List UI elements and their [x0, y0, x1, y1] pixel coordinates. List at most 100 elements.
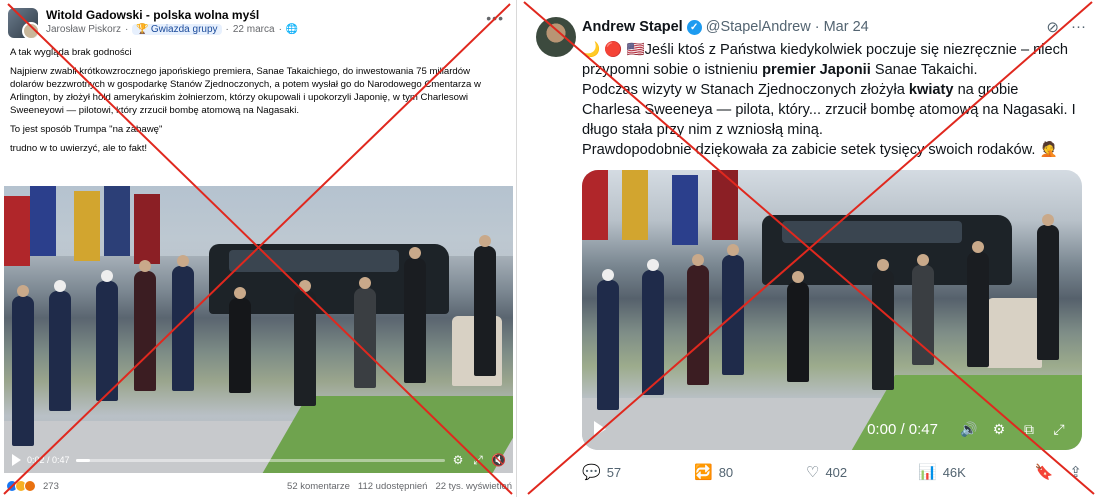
badge-label: Gwiazda grupy	[150, 24, 218, 35]
x-post: Andrew Stapel ✓ @StapelAndrew · Mar 24 ⊘…	[518, 0, 1100, 497]
settings-icon[interactable]: ⚙	[988, 421, 1010, 438]
group-avatar[interactable]	[8, 8, 38, 38]
video-pillar	[987, 298, 1042, 368]
post-text: 🌙 🔴 🇺🇸Jeśli ktoś z Państwa kiedykolwiek …	[582, 40, 1092, 160]
video-progress-fill	[75, 458, 91, 462]
video-guard	[597, 269, 619, 410]
video-time: 0:02 / 0:47	[27, 455, 70, 465]
video-controls: 0:02 / 0:47 ⚙ ⤢ 🔇	[4, 447, 513, 473]
verified-badge-icon: ✓	[686, 19, 702, 35]
repost-icon: 🔁	[694, 464, 713, 481]
video-guard	[134, 260, 156, 391]
video-guard	[642, 259, 664, 395]
bookmark-icon[interactable]: 🔖	[1035, 463, 1054, 481]
like-button[interactable]: ♡ 402	[806, 463, 918, 481]
post-footer: 273 52 komentarze 112 udostępnień 22 tys…	[6, 478, 512, 494]
video-guard	[96, 270, 118, 401]
post-actions: 💬 57 🔁 80 ♡ 402 📊 46K 🔖 ⇪	[582, 461, 1082, 483]
post-paragraph: To jest sposób Trumpa "na zabawę"	[10, 124, 163, 135]
video-flag	[622, 170, 648, 240]
video-flag	[30, 186, 56, 256]
grok-icon[interactable]: ⊘	[1046, 18, 1059, 36]
author-name[interactable]: Jarosław Piskorz	[46, 24, 121, 35]
video-person	[294, 280, 316, 406]
reactions[interactable]	[6, 480, 36, 492]
video-flag	[134, 194, 160, 264]
reply-button[interactable]: 💬 57	[582, 463, 694, 481]
video-flag	[582, 170, 608, 240]
picture-in-picture-icon[interactable]: ⧉	[1018, 421, 1040, 438]
post-paragraph: A tak wygląda brak godności	[10, 47, 132, 58]
video-person	[404, 247, 426, 383]
heart-icon: ♡	[806, 464, 820, 481]
post-line: długo stała przy nim z wzniosłą miną.	[582, 122, 823, 138]
fullscreen-icon[interactable]: ⤢	[471, 453, 485, 467]
post-header: Andrew Stapel ✓ @StapelAndrew · Mar 24	[582, 19, 869, 35]
more-options-icon[interactable]: ···	[1071, 18, 1086, 36]
post-paragraph: Najpierw zwabił krótkowzrocznego japońsk…	[10, 66, 481, 116]
repost-button[interactable]: 🔁 80	[694, 463, 806, 481]
share-icon[interactable]: ⇪	[1069, 463, 1082, 481]
post-line: przypomni sobie o istnieniu premier Japo…	[582, 62, 978, 78]
reply-icon: 💬	[582, 464, 601, 481]
video-person	[474, 235, 496, 376]
post-header: Witold Gadowski - polska wolna myśl Jaro…	[8, 6, 508, 40]
shares-count[interactable]: 112 udostępnień	[358, 481, 428, 492]
video-flag	[104, 186, 130, 256]
trophy-icon: 🏆	[136, 24, 149, 35]
video-guard	[722, 244, 744, 375]
video-flag	[4, 196, 30, 266]
post-line: 🌙 🔴 🇺🇸Jeśli ktoś z Państwa kiedykolwiek …	[582, 42, 1069, 58]
group-name[interactable]: Witold Gadowski - polska wolna myśl	[46, 8, 259, 22]
video-person	[872, 259, 894, 390]
video-player[interactable]	[582, 170, 1082, 450]
video-person	[229, 287, 251, 393]
fullscreen-icon[interactable]: ⤢	[1048, 421, 1070, 438]
video-guard	[49, 280, 71, 411]
angry-reaction-icon	[24, 480, 36, 492]
facebook-post: Witold Gadowski - polska wolna myśl Jaro…	[0, 0, 517, 497]
volume-icon[interactable]: 🔊	[958, 421, 980, 438]
post-line: Podczas wizyty w Stanach Zjednoczonych z…	[582, 82, 1019, 98]
video-time: 0:00 / 0:47	[867, 420, 938, 438]
video-guard	[172, 255, 194, 391]
user-handle[interactable]: @StapelAndrew	[706, 19, 811, 35]
user-avatar[interactable]	[536, 17, 576, 57]
video-controls: 0:00 / 0:47 🔊 ⚙ ⧉ ⤢	[582, 410, 1082, 448]
views-count: 46K	[942, 464, 966, 480]
video-person	[912, 254, 934, 365]
post-top-actions: ⊘ ···	[1046, 18, 1086, 36]
video-person	[354, 277, 376, 388]
post-line: Charlesa Sweeneya — pilota, który... zrz…	[582, 102, 1076, 118]
user-name[interactable]: Andrew Stapel	[582, 19, 683, 35]
video-person	[1037, 214, 1059, 360]
video-person	[787, 271, 809, 382]
play-icon[interactable]	[594, 421, 606, 437]
post-line: Prawdopodobnie dziękowała za zabicie set…	[582, 142, 1058, 158]
video-flag	[672, 175, 698, 245]
globe-icon: 🌐	[285, 24, 299, 35]
reaction-count[interactable]: 273	[43, 481, 59, 492]
video-guard	[12, 285, 34, 446]
video-person	[967, 241, 989, 367]
post-date[interactable]: 22 marca	[233, 24, 275, 35]
mute-icon[interactable]: 🔇	[491, 453, 506, 467]
settings-icon[interactable]: ⚙	[451, 453, 465, 467]
post-date[interactable]: Mar 24	[824, 19, 869, 35]
play-icon[interactable]	[12, 454, 21, 466]
like-count: 402	[825, 464, 848, 480]
video-player[interactable]	[4, 186, 513, 473]
post-paragraph: trudno w to uwierzyć, ale to fakt!	[10, 143, 148, 154]
video-flag	[74, 191, 100, 261]
post-text: A tak wygląda brak godności Najpierw zwa…	[10, 46, 500, 161]
video-guard	[687, 254, 709, 385]
post-end-actions: 🔖 ⇪	[1035, 463, 1082, 481]
post-stats: 52 komentarze 112 udostępnień 22 tys. wy…	[287, 481, 512, 492]
comments-count[interactable]: 52 komentarze	[287, 481, 350, 492]
repost-count: 80	[718, 464, 734, 480]
post-meta: Jarosław Piskorz · 🏆 Gwiazda grupy · 22 …	[46, 24, 299, 35]
reply-count: 57	[606, 464, 622, 480]
views-button[interactable]: 📊 46K	[918, 463, 1030, 481]
video-progress-bar[interactable]	[75, 458, 445, 462]
more-options-icon[interactable]: •••	[486, 10, 504, 26]
